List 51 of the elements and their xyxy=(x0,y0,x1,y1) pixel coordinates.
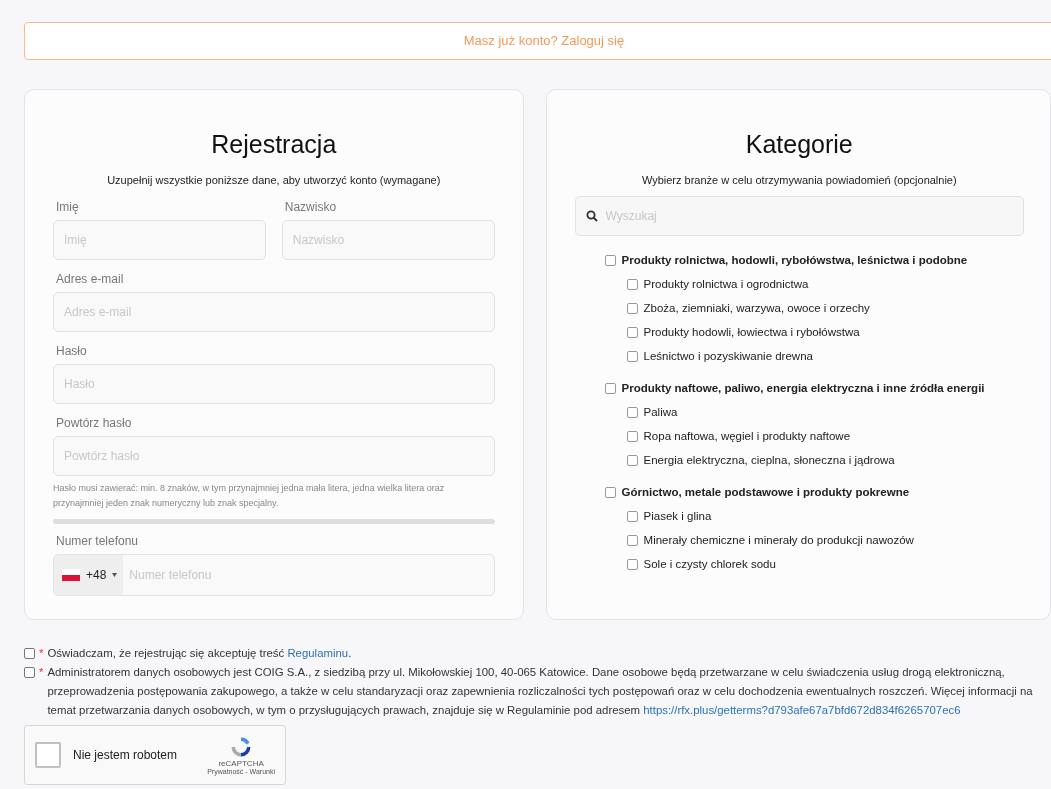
checkbox[interactable] xyxy=(626,510,638,522)
categories-title: Kategorie xyxy=(744,130,854,159)
search-icon xyxy=(585,210,598,222)
country-code-dropdown[interactable]: +48 xyxy=(54,555,124,595)
checkbox[interactable] xyxy=(626,326,638,338)
field-label: Hasło xyxy=(55,343,88,360)
subcategory-checkbox[interactable]: Ropa naftowa, węgiel i produkty naftowe xyxy=(626,424,1024,448)
consent-text: Administratorem danych osobowych jest COIG S.A., z siedzibą przy ul. Mikołowskiej 100, 40-065 Katowice. Dane osobowe będą przetwarzane w celu świadczenia usług drogą elektroniczną, przeprowadzenia postępowania zakupowego, a także w celu standaryzacji oraz zapewnienia rozliczalności tych postępowań oraz w celu dochodzenia ewentualnych roszczeń. Więcej informacji na temat przetwarzania danych osobowych, w tym o przysługujących prawach, znajduje się w Regulaminie pod adresem https://rfx.plus/getterms?d793afe67a7bfd672d834f6265707ec6 xyxy=(47,665,1034,718)
field-label: Nazwisko xyxy=(283,199,338,216)
checkbox[interactable] xyxy=(626,350,638,362)
registration-subtitle: Uzupełnij wszystkie poniższe dane, aby utworzyć konto (wymagane) xyxy=(106,174,442,186)
field-label: Adres e-mail xyxy=(55,271,125,288)
checkbox[interactable] xyxy=(626,558,638,570)
category-checkbox[interactable]: Produkty naftowe, paliwo, energia elektryczna i inne źródła energii xyxy=(604,376,1024,400)
subcategory-checkbox[interactable]: Energia elektryczna, cieplna, słoneczna i jądrowa xyxy=(626,448,1024,472)
consent-checkbox[interactable] xyxy=(24,667,35,678)
category-checkbox[interactable]: Górnictwo, metale podstawowe i produkty pokrewne xyxy=(604,480,1024,504)
categories-subtitle: Wybierz branże w celu otrzymywania powiadomień (opcjonalnie) xyxy=(640,174,958,186)
checkbox[interactable] xyxy=(604,254,616,266)
field-label: Numer telefonu xyxy=(55,533,140,550)
subcategory-checkbox[interactable]: Paliwa xyxy=(626,400,1024,424)
required-mark: * xyxy=(39,665,44,680)
checkbox[interactable] xyxy=(626,278,638,290)
field-label: Powtórz hasło xyxy=(55,415,133,432)
captcha-label: Nie jestem robotem xyxy=(73,748,179,762)
subcategory-checkbox[interactable]: Leśnictwo i pozyskiwanie drewna xyxy=(626,344,1024,368)
subcategory-checkbox[interactable]: Sole i czysty chlorek sodu xyxy=(626,552,1024,576)
password-hint: Hasło musi zawierać: min. 8 znaków, w tym przynajmniej jedna mała litera, jedna wielka litera oraz przynajmniej jeden znak numeryczny lub znak specjalny. xyxy=(53,482,446,510)
terms-link[interactable]: https://rfx.plus/getterms?d793afe67a7bfd672d834f6265707ec6 xyxy=(643,704,961,716)
flag-icon xyxy=(62,569,80,581)
subcategory-checkbox[interactable]: Piasek i glina xyxy=(626,504,1024,528)
checkbox[interactable] xyxy=(626,406,638,418)
checkbox[interactable] xyxy=(604,486,616,498)
field-label: Imię xyxy=(55,199,80,216)
captcha-brand: reCAPTCHA xyxy=(218,759,264,768)
subcategory-checkbox[interactable]: Zboża, ziemniaki, warzywa, owoce i orzechy xyxy=(626,296,1024,320)
checkbox[interactable] xyxy=(626,534,638,546)
subcategory-checkbox[interactable]: Minerały chemiczne i minerały do produkcji nawozów xyxy=(626,528,1024,552)
subcategory-checkbox[interactable]: Produkty hodowli, łowiectwa i rybołówstwa xyxy=(626,320,1024,344)
caret-icon xyxy=(112,573,118,577)
checkbox[interactable] xyxy=(626,430,638,442)
consent-checkbox[interactable] xyxy=(24,648,35,659)
category-checkbox[interactable]: Produkty rolnictwa, hodowli, rybołówstwa, leśnictwa i podobne xyxy=(604,248,1024,272)
captcha-checkbox[interactable] xyxy=(35,742,61,768)
registration-title: Rejestracja xyxy=(210,130,338,159)
checkbox[interactable] xyxy=(626,454,638,466)
required-mark: * xyxy=(39,646,44,661)
subcategory-checkbox[interactable]: Produkty rolnictwa i ogrodnictwa xyxy=(626,272,1024,296)
checkbox[interactable] xyxy=(604,382,616,394)
consent-text: Oświadczam, że rejestrując się akceptuję treść Regulaminu. xyxy=(47,646,352,661)
checkbox[interactable] xyxy=(626,302,638,314)
